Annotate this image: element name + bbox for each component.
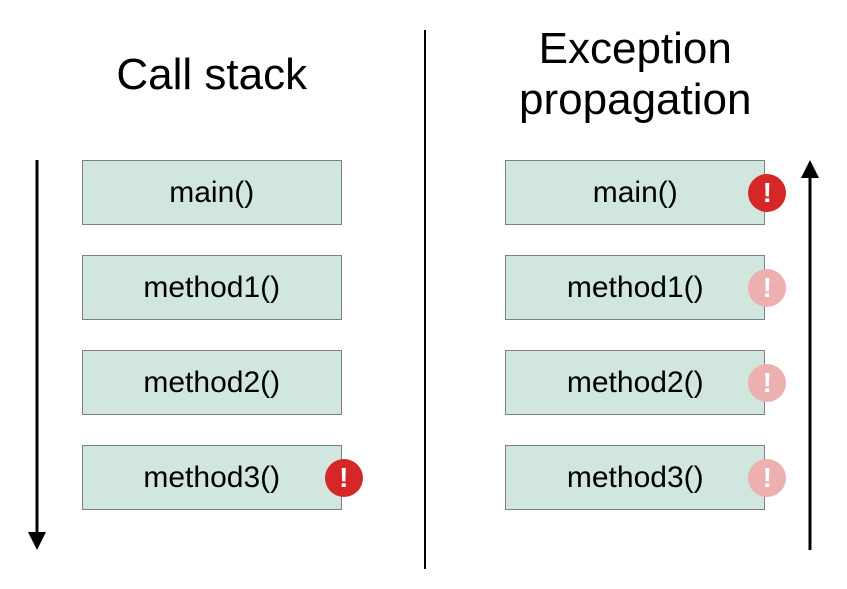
propagation-frames: main() ! method1() ! method2() ! method3…	[505, 160, 765, 510]
stack-frame: method3() !	[82, 445, 342, 510]
exception-marker-faded-icon: !	[748, 459, 786, 497]
frame-label: method2()	[567, 366, 704, 400]
stack-frame: method1()	[82, 255, 342, 320]
frame-label: method2()	[143, 366, 280, 400]
stack-frame: method2()	[82, 350, 342, 415]
stack-frame: method2() !	[505, 350, 765, 415]
stack-frame: main()	[82, 160, 342, 225]
exception-propagation-column: Exception propagation main() ! method1()…	[424, 0, 847, 589]
exception-propagation-title: Exception propagation	[424, 20, 847, 130]
frame-label: method3()	[567, 461, 704, 495]
stack-frame: main() !	[505, 160, 765, 225]
stack-frame: method3() !	[505, 445, 765, 510]
call-stack-title: Call stack	[116, 20, 307, 130]
frame-label: main()	[169, 176, 254, 210]
arrow-down-icon	[25, 160, 49, 550]
diagram-container: Call stack main() method1() method2() me…	[0, 0, 847, 589]
arrow-up-icon	[798, 160, 822, 550]
stack-frame: method1() !	[505, 255, 765, 320]
exception-marker-faded-icon: !	[748, 269, 786, 307]
call-stack-frames: main() method1() method2() method3() !	[82, 160, 342, 510]
frame-label: main()	[593, 176, 678, 210]
exception-marker-faded-icon: !	[748, 364, 786, 402]
frame-label: method1()	[143, 271, 280, 305]
call-stack-column: Call stack main() method1() method2() me…	[0, 0, 424, 589]
exception-marker-icon: !	[748, 174, 786, 212]
exception-marker-icon: !	[325, 459, 363, 497]
frame-label: method1()	[567, 271, 704, 305]
frame-label: method3()	[143, 461, 280, 495]
